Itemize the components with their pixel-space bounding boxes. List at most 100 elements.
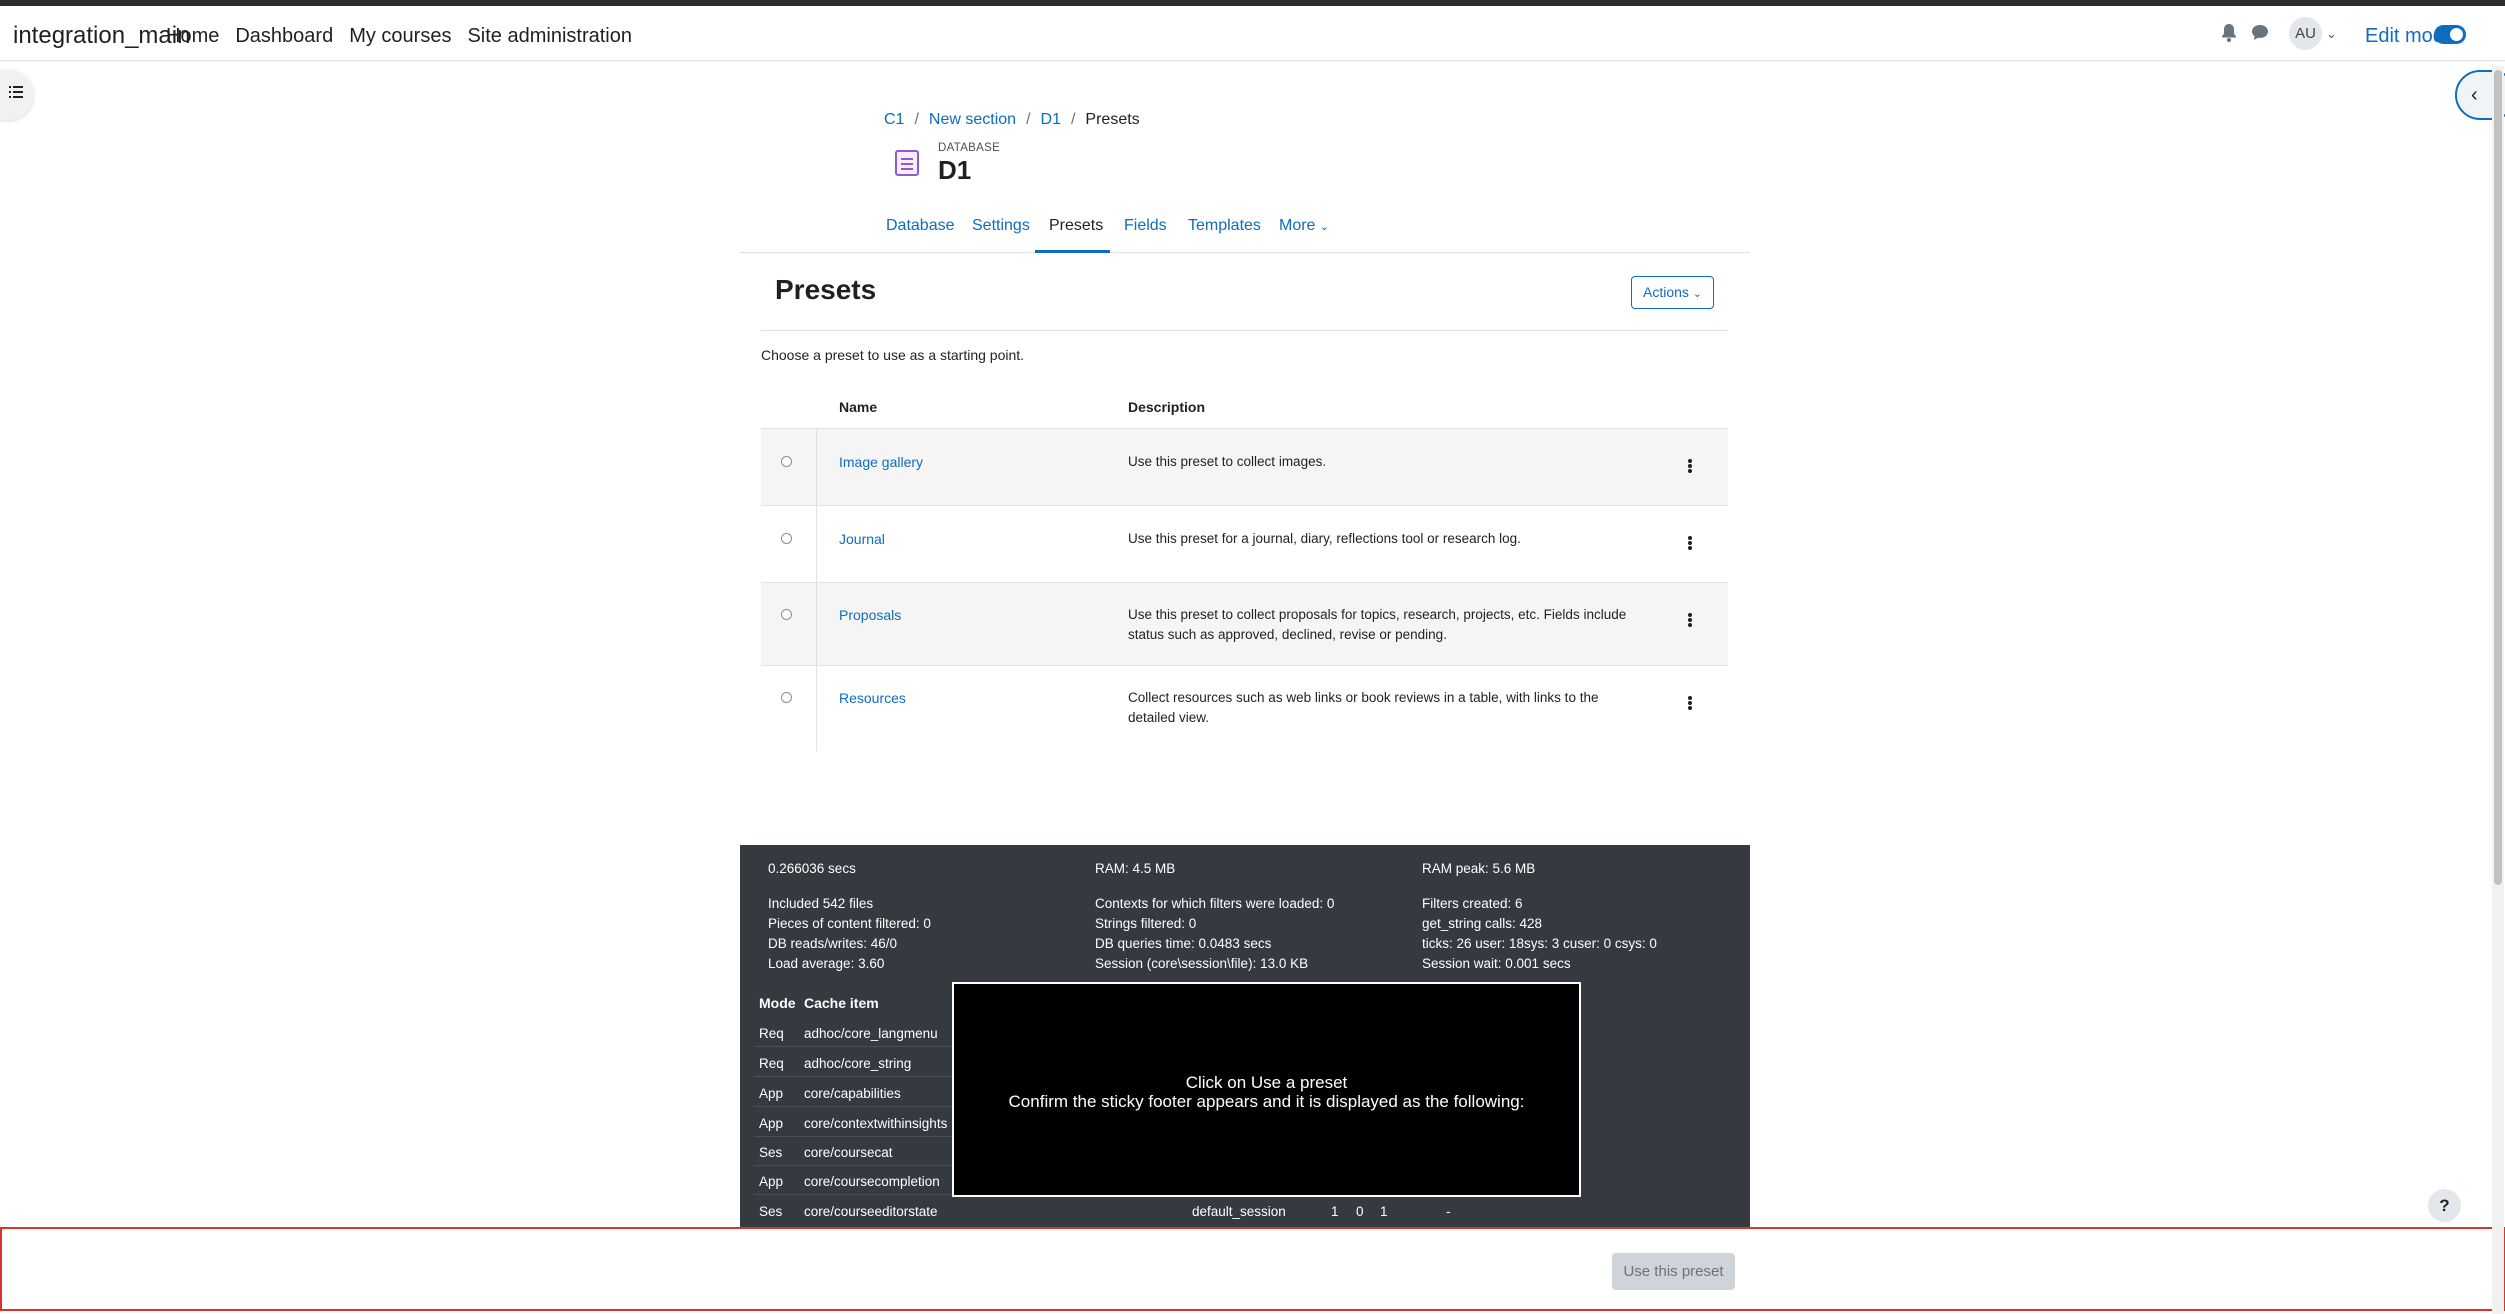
preset-radio[interactable] xyxy=(781,533,792,544)
perf-ram-peak: RAM peak: 5.6 MB xyxy=(1422,861,1536,876)
user-menu-chevron-down-icon[interactable]: ⌄ xyxy=(2326,26,2337,42)
cache-header-item: Cache item xyxy=(804,995,879,1011)
cache-mode: Req xyxy=(759,1056,784,1071)
use-this-preset-button[interactable]: Use this preset xyxy=(1612,1253,1735,1290)
cache-mode: App xyxy=(759,1174,784,1189)
preset-radio[interactable] xyxy=(781,609,792,620)
column-divider xyxy=(816,506,817,583)
column-header-name: Name xyxy=(839,399,878,415)
kebab-menu-icon[interactable] xyxy=(1688,536,1692,550)
perf-stat: DB reads/writes: 46/0 xyxy=(768,936,898,951)
perf-time: 0.266036 secs xyxy=(768,861,856,876)
sticky-footer: Use this preset xyxy=(0,1227,2505,1311)
intro-text: Choose a preset to use as a starting poi… xyxy=(761,347,1025,363)
table-row: Resources Collect resources such as web … xyxy=(761,665,1728,751)
cache-item: adhoc/core_langmenu xyxy=(804,1026,938,1041)
divider xyxy=(761,330,1728,331)
perf-stat: Contexts for which filters were loaded: … xyxy=(1095,896,1335,911)
active-tab-indicator xyxy=(1035,250,1110,253)
breadcrumb-separator: / xyxy=(1070,111,1076,128)
column-divider xyxy=(816,583,817,666)
preset-description: Use this preset to collect images. xyxy=(1128,454,1327,469)
chevron-down-icon: ⌄ xyxy=(1319,221,1330,233)
cache-mode: Req xyxy=(759,1026,784,1041)
edit-mode-toggle[interactable] xyxy=(2434,25,2466,44)
breadcrumb-current: Presets xyxy=(1085,111,1140,128)
cache-item: core/coursecompletion xyxy=(804,1174,940,1189)
preset-name-link[interactable]: Resources xyxy=(839,690,906,706)
perf-stat: DB queries time: 0.0483 secs xyxy=(1095,936,1272,951)
breadcrumb-separator: / xyxy=(914,111,919,128)
nav-site-administration[interactable]: Site administration xyxy=(467,25,632,48)
preset-description: Use this preset for a journal, diary, re… xyxy=(1128,531,1521,546)
site-brand[interactable]: integration_main xyxy=(13,22,190,50)
tab-more[interactable]: More ⌄ xyxy=(1279,217,1329,235)
perf-stat: Filters created: 6 xyxy=(1422,896,1523,911)
preset-name-link[interactable]: Journal xyxy=(839,531,885,547)
breadcrumb-d1[interactable]: D1 xyxy=(1041,111,1061,129)
tab-more-label: More xyxy=(1279,217,1316,234)
instruction-overlay: Click on Use a preset Confirm the sticky… xyxy=(952,982,1581,1197)
perf-stat: Load average: 3.60 xyxy=(768,956,885,971)
perf-stat: Included 542 files xyxy=(768,896,874,911)
nav-dashboard[interactable]: Dashboard xyxy=(235,25,333,48)
notifications-bell-icon[interactable] xyxy=(2220,23,2238,43)
tab-presets[interactable]: Presets xyxy=(1049,217,1103,235)
kebab-menu-icon[interactable] xyxy=(1688,696,1692,710)
kebab-menu-icon[interactable] xyxy=(1688,613,1692,627)
tab-database[interactable]: Database xyxy=(886,217,955,235)
primary-nav: Home Dashboard My courses Site administr… xyxy=(166,25,632,48)
breadcrumb-new-section[interactable]: New section xyxy=(929,111,1016,129)
nav-home[interactable]: Home xyxy=(166,25,219,48)
preset-description: Use this preset to collect proposals for… xyxy=(1128,607,1627,642)
perf-ram: RAM: 4.5 MB xyxy=(1095,861,1176,876)
cache-io: - xyxy=(1446,1204,1451,1219)
module-type-label: DATABASE xyxy=(938,142,1001,154)
preset-radio[interactable] xyxy=(781,692,792,703)
perf-stat: Strings filtered: 0 xyxy=(1095,916,1197,931)
column-divider xyxy=(816,666,817,751)
cache-misses: 0 xyxy=(1356,1204,1364,1219)
user-avatar[interactable]: AU xyxy=(2289,17,2322,50)
instruction-line-1: Click on Use a preset xyxy=(1185,1073,1348,1092)
course-index-drawer-button[interactable] xyxy=(0,70,34,120)
kebab-menu-icon[interactable] xyxy=(1688,459,1692,473)
nav-my-courses[interactable]: My courses xyxy=(349,25,451,48)
column-header-description: Description xyxy=(1128,399,1206,415)
table-row: Image gallery Use this preset to collect… xyxy=(761,428,1728,506)
perf-stat: Pieces of content filtered: 0 xyxy=(768,916,931,931)
preset-name-link[interactable]: Image gallery xyxy=(839,454,923,470)
breadcrumb-separator: / xyxy=(1026,111,1031,128)
database-module-icon xyxy=(895,150,919,176)
breadcrumb: C1 / New section / D1 / Presets xyxy=(884,111,1140,129)
breadcrumb-c1[interactable]: C1 xyxy=(884,111,904,129)
cache-item: adhoc/core_string xyxy=(804,1056,912,1071)
perf-stat: ticks: 26 user: 18sys: 3 cuser: 0 csys: … xyxy=(1422,936,1657,951)
cache-mode: App xyxy=(759,1086,784,1101)
tab-settings[interactable]: Settings xyxy=(972,217,1030,235)
cache-header-mode: Mode xyxy=(759,995,796,1011)
navbar: integration_main Home Dashboard My cours… xyxy=(0,6,2505,61)
actions-label: Actions xyxy=(1642,284,1689,300)
cache-item: core/capabilities xyxy=(804,1086,901,1101)
cache-mode: Ses xyxy=(759,1204,783,1219)
help-button[interactable]: ? xyxy=(2428,1189,2461,1222)
cache-mode: Ses xyxy=(759,1145,783,1160)
preset-name-link[interactable]: Proposals xyxy=(839,607,901,623)
scrollbar-thumb[interactable] xyxy=(2494,70,2502,885)
perf-stat: get_string calls: 428 xyxy=(1422,916,1543,931)
preset-description: Collect resources such as web links or b… xyxy=(1128,690,1599,725)
table-row: Proposals Use this preset to collect pro… xyxy=(761,582,1728,666)
preset-radio[interactable] xyxy=(781,456,792,467)
cache-item: core/contextwithinsights xyxy=(804,1116,948,1131)
list-icon xyxy=(9,86,23,98)
cache-item: core/coursecat xyxy=(804,1145,893,1160)
presets-heading: Presets xyxy=(775,274,877,305)
actions-dropdown-button[interactable]: Actions ⌄ xyxy=(1631,276,1714,309)
perf-stat: Session (core\session\file): 13.0 KB xyxy=(1095,956,1309,971)
tab-fields[interactable]: Fields xyxy=(1124,217,1167,235)
tab-templates[interactable]: Templates xyxy=(1188,217,1261,235)
column-divider xyxy=(816,429,817,506)
perf-stat: Session wait: 0.001 secs xyxy=(1422,956,1571,971)
messages-chat-icon[interactable] xyxy=(2250,23,2270,43)
